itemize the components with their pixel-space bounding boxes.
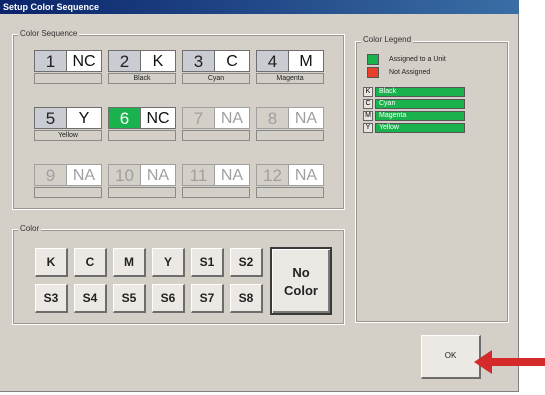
color-button-m[interactable]: M [113, 248, 146, 277]
slot-code: NA [214, 164, 250, 186]
no-color-label-line2: Color [284, 283, 318, 298]
title-bar[interactable]: Setup Color Sequence [0, 0, 519, 14]
color-button-s3[interactable]: S3 [35, 284, 68, 313]
slot-code: Y [66, 107, 102, 129]
slot-code: NA [214, 107, 250, 129]
slot-number: 4 [256, 50, 289, 72]
slot-color-name [256, 187, 324, 198]
slot-code: NA [288, 107, 324, 129]
slot-number: 12 [256, 164, 289, 186]
color-button-s8[interactable]: S8 [230, 284, 263, 313]
legend-code: C [363, 99, 373, 109]
setup-color-sequence-dialog: Setup Color Sequence Color Sequence 1 NC… [0, 0, 519, 392]
legend-code: K [363, 87, 373, 97]
legend-code: M [363, 111, 373, 121]
sequence-slot-8: 8 NA [256, 107, 324, 147]
color-button-s7[interactable]: S7 [191, 284, 224, 313]
red-arrow-icon [474, 350, 545, 374]
slot-color-name [108, 130, 176, 141]
sequence-slot-11: 11 NA [182, 164, 250, 204]
slot-color-name [182, 130, 250, 141]
slot-number: 3 [182, 50, 215, 72]
color-button-c[interactable]: C [74, 248, 107, 277]
color-button-s5[interactable]: S5 [113, 284, 146, 313]
color-button-y[interactable]: Y [152, 248, 185, 277]
not-assigned-swatch [367, 67, 379, 78]
no-color-button[interactable]: No Color [270, 247, 332, 315]
slot-code: C [214, 50, 250, 72]
slot-code: NC [66, 50, 102, 72]
slot-color-name: Cyan [182, 73, 250, 84]
slot-number: 10 [108, 164, 141, 186]
sequence-slot-2[interactable]: 2 K Black [108, 50, 176, 90]
color-legend-label: Color Legend [361, 35, 414, 45]
sequence-slot-7: 7 NA [182, 107, 250, 147]
color-button-s1[interactable]: S1 [191, 248, 224, 277]
color-button-s2[interactable]: S2 [230, 248, 263, 277]
slot-number: 8 [256, 107, 289, 129]
color-button-s4[interactable]: S4 [74, 284, 107, 313]
not-assigned-legend-text: Not Assigned [389, 69, 431, 76]
sequence-slot-3[interactable]: 3 C Cyan [182, 50, 250, 90]
slot-number: 9 [34, 164, 67, 186]
color-group-label: Color [18, 224, 42, 234]
color-sequence-label: Color Sequence [18, 29, 80, 39]
slot-code: NA [288, 164, 324, 186]
sequence-slot-9: 9 NA [34, 164, 102, 204]
assigned-legend-text: Assigned to a Unit [389, 56, 446, 63]
sequence-slot-1[interactable]: 1 NC [34, 50, 102, 90]
no-color-label-line1: No [292, 265, 310, 280]
legend-name: Black [375, 87, 465, 97]
slot-code: M [288, 50, 324, 72]
sequence-slot-10: 10 NA [108, 164, 176, 204]
slot-number: 6 [108, 107, 141, 129]
slot-color-name [34, 73, 102, 84]
slot-code: NA [66, 164, 102, 186]
legend-code: Y [363, 123, 373, 133]
slot-color-name: Yellow [34, 130, 102, 141]
sequence-slot-4[interactable]: 4 M Magenta [256, 50, 324, 90]
slot-color-name [256, 130, 324, 141]
sequence-slot-6[interactable]: 6 NC [108, 107, 176, 147]
slot-color-name [34, 187, 102, 198]
slot-color-name [182, 187, 250, 198]
sequence-slot-12: 12 NA [256, 164, 324, 204]
assigned-swatch [367, 54, 379, 65]
color-button-k[interactable]: K [35, 248, 68, 277]
slot-number: 5 [34, 107, 67, 129]
slot-number: 1 [34, 50, 67, 72]
slot-number: 2 [108, 50, 141, 72]
color-legend-group [355, 41, 509, 323]
slot-color-name [108, 187, 176, 198]
window-title: Setup Color Sequence [3, 2, 100, 12]
slot-color-name: Black [108, 73, 176, 84]
slot-number: 7 [182, 107, 215, 129]
legend-name: Cyan [375, 99, 465, 109]
slot-color-name: Magenta [256, 73, 324, 84]
legend-name: Yellow [375, 123, 465, 133]
slot-code: K [140, 50, 176, 72]
slot-code: NA [140, 164, 176, 186]
slot-code: NC [140, 107, 176, 129]
sequence-slot-5[interactable]: 5 Y Yellow [34, 107, 102, 147]
slot-number: 11 [182, 164, 215, 186]
legend-name: Magenta [375, 111, 465, 121]
color-button-s6[interactable]: S6 [152, 284, 185, 313]
